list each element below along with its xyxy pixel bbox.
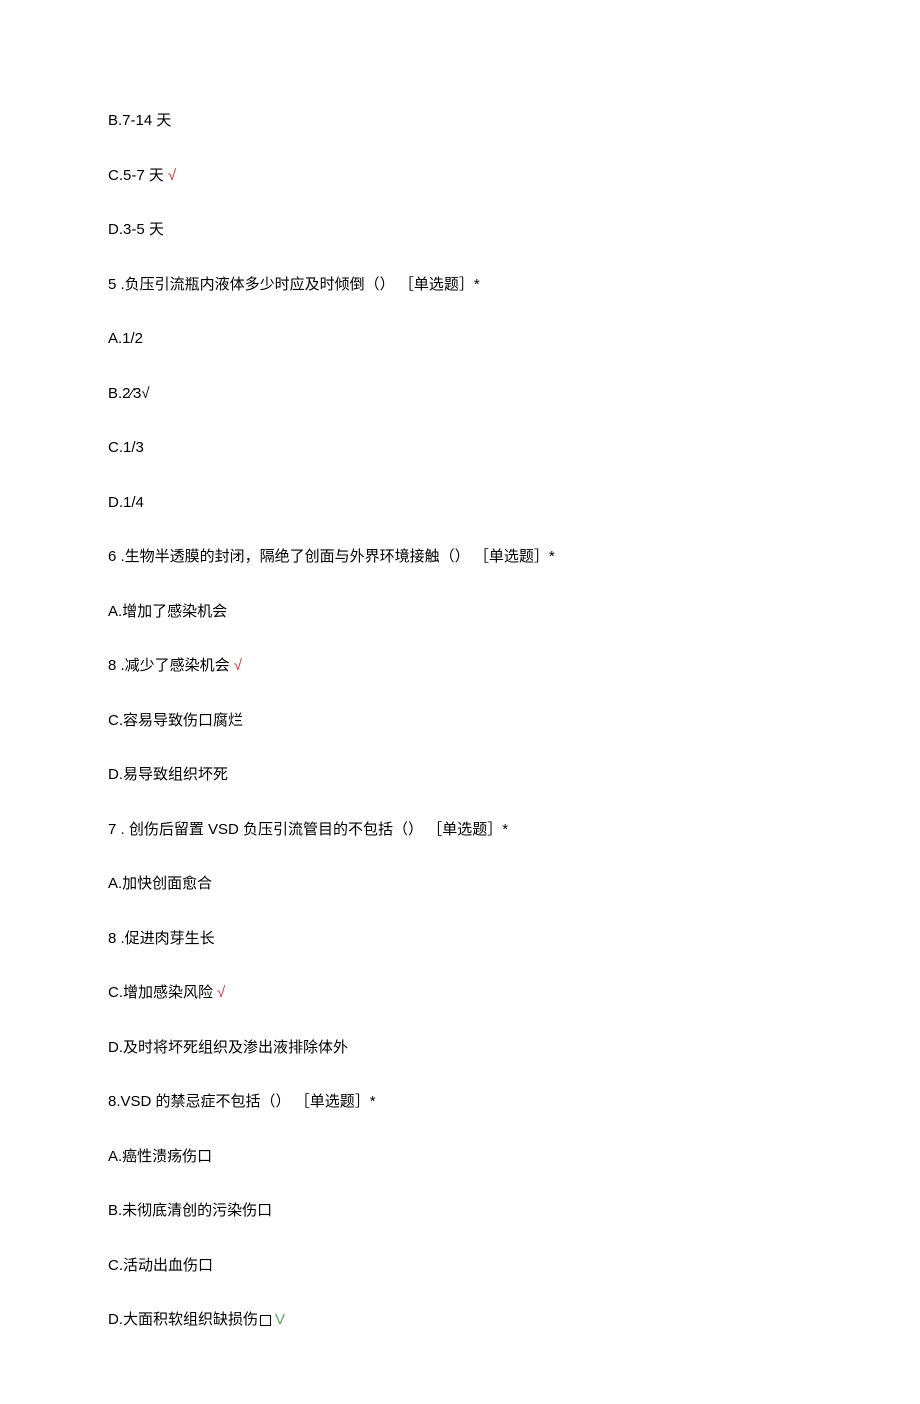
line-text: 6 .生物半透膜的封闭，隔绝了创面与外界环境接触（） ［单选题］* <box>108 548 555 565</box>
line-text: A.1/2 <box>108 330 143 347</box>
line-text: C.增加感染风险 <box>108 984 213 1001</box>
line-text: 8 .减少了感染机会 <box>108 657 230 674</box>
line-text: A.加快创面愈合 <box>108 875 212 892</box>
line-text: 7 . 创伤后留置 VSD 负压引流管目的不包括（） ［单选题］* <box>108 821 508 838</box>
line-text: D.1/4 <box>108 494 144 511</box>
text-line: B.7-14 天 <box>108 110 812 133</box>
line-text: D.及时将坏死组织及渗出液排除体外 <box>108 1039 348 1056</box>
text-line: C.增加感染风险√ <box>108 982 812 1005</box>
text-line: A.1/2 <box>108 328 812 351</box>
line-text: B.7-14 天 <box>108 112 171 129</box>
line-text: A.癌性溃疡伤口 <box>108 1148 212 1165</box>
text-line: D.易导致组织坏死 <box>108 764 812 787</box>
text-line: C.1/3 <box>108 437 812 460</box>
line-text: B.2⁄3√ <box>108 385 150 402</box>
line-text: B.未彻底清创的污染伤口 <box>108 1202 272 1219</box>
text-line: 6 .生物半透膜的封闭，隔绝了创面与外界环境接触（） ［单选题］* <box>108 546 812 569</box>
text-line: 5 .负压引流瓶内液体多少时应及时倾倒（） ［单选题］* <box>108 274 812 297</box>
line-text: D.易导致组织坏死 <box>108 766 228 783</box>
line-text: 8.VSD 的禁忌症不包括（） ［单选题］* <box>108 1093 376 1110</box>
text-line: A.增加了感染机会 <box>108 601 812 624</box>
line-text: C.容易导致伤口腐烂 <box>108 712 243 729</box>
line-text: C.活动出血伤口 <box>108 1257 213 1274</box>
text-line: 8 .促进肉芽生长 <box>108 928 812 951</box>
text-line: A.加快创面愈合 <box>108 873 812 896</box>
line-text: D.大面积软组织缺损伤 <box>108 1311 258 1328</box>
text-line: D.大面积软组织缺损伤 V <box>108 1309 812 1332</box>
checkmark-icon: √ <box>234 657 242 674</box>
text-line: 7 . 创伤后留置 VSD 负压引流管目的不包括（） ［单选题］* <box>108 819 812 842</box>
text-line: D.及时将坏死组织及渗出液排除体外 <box>108 1037 812 1060</box>
line-text: C.5-7 天 <box>108 167 164 184</box>
checkmark-icon: √ <box>168 167 176 184</box>
text-line: C.容易导致伤口腐烂 <box>108 710 812 733</box>
check-v-icon: V <box>275 1311 285 1328</box>
checkmark-icon: √ <box>217 984 225 1001</box>
line-text: D.3-5 天 <box>108 221 164 238</box>
text-line: A.癌性溃疡伤口 <box>108 1146 812 1169</box>
document-body: B.7-14 天C.5-7 天√D.3-5 天5 .负压引流瓶内液体多少时应及时… <box>108 110 812 1332</box>
text-line: B.未彻底清创的污染伤口 <box>108 1200 812 1223</box>
text-line: 8.VSD 的禁忌症不包括（） ［单选题］* <box>108 1091 812 1114</box>
text-line: 8 .减少了感染机会√ <box>108 655 812 678</box>
text-line: C.活动出血伤口 <box>108 1255 812 1278</box>
line-text: 8 .促进肉芽生长 <box>108 930 215 947</box>
text-line: C.5-7 天√ <box>108 165 812 188</box>
line-text: 5 .负压引流瓶内液体多少时应及时倾倒（） ［单选题］* <box>108 276 480 293</box>
text-line: D.1/4 <box>108 492 812 515</box>
line-text: C.1/3 <box>108 439 144 456</box>
line-text: A.增加了感染机会 <box>108 603 227 620</box>
text-line: B.2⁄3√ <box>108 383 812 406</box>
square-icon <box>260 1315 271 1326</box>
text-line: D.3-5 天 <box>108 219 812 242</box>
